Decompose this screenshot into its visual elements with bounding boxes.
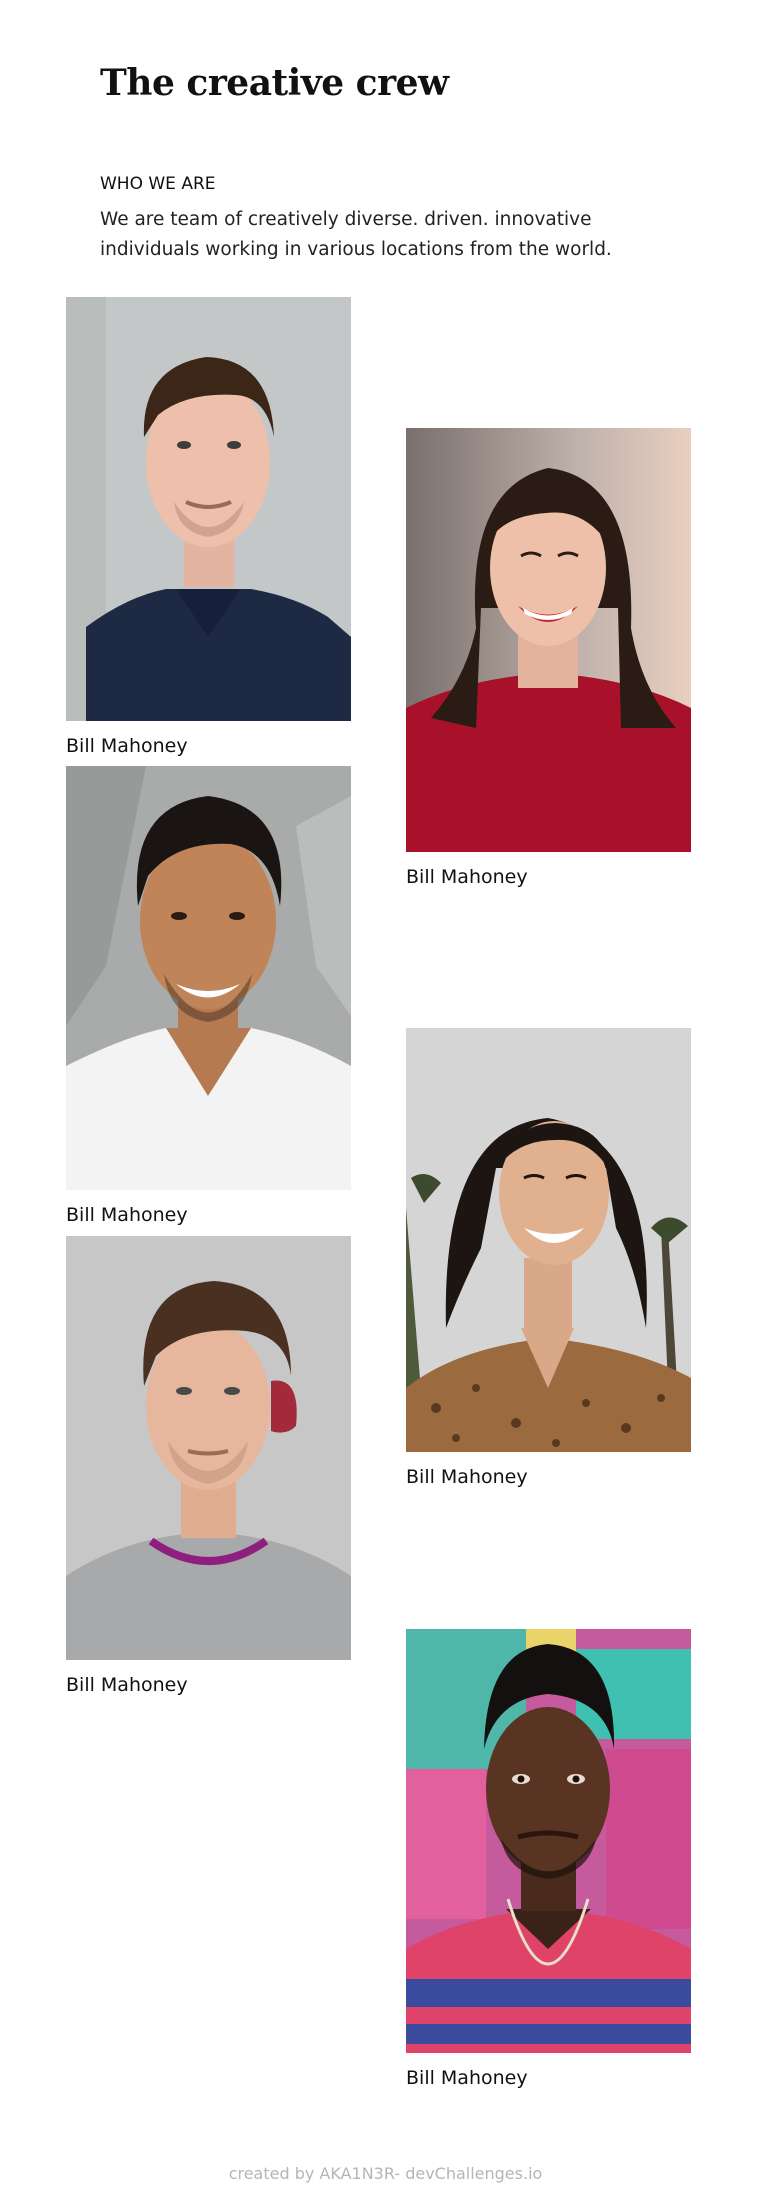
member-card: PRODUCT OWNER Bill Mahoney	[406, 1629, 706, 2089]
member-name: Bill Mahoney	[406, 2067, 528, 2089]
member-photo: PRODUCT OWNER	[66, 1236, 351, 1660]
member-card: PRODUCT OWNER Bill Mahoney	[66, 1236, 366, 1696]
page-title: The creative crew	[100, 62, 449, 104]
footer-credit: created by AKA1N3R- devChallenges.io	[228, 2164, 543, 2183]
member-name: Bill Mahoney	[66, 735, 188, 757]
member-photo: PRODUCT OWNER	[66, 297, 351, 721]
member-name: Bill Mahoney	[406, 1466, 528, 1488]
member-photo: PRODUCT OWNER	[406, 1028, 691, 1452]
member-name: Bill Mahoney	[406, 866, 528, 888]
intro-text: We are team of creatively diverse. drive…	[100, 209, 612, 260]
member-card: PRODUCT OWNER Bill Mahoney	[66, 766, 366, 1226]
member-photo: PRODUCT OWNER	[406, 1629, 691, 2053]
member-name: Bill Mahoney	[66, 1674, 188, 1696]
member-photo: PRODUCT OWNER	[66, 766, 351, 1190]
section-label: WHO WE ARE	[100, 174, 216, 194]
member-card: PRODUCT OWNER Bill Mahoney	[406, 1028, 706, 1488]
member-card: PRODUCT OWNER Bill Mahoney	[66, 297, 366, 757]
member-card: PRODUCT OWNER Bill Mahoney	[406, 428, 706, 888]
member-name: Bill Mahoney	[66, 1204, 188, 1226]
member-photo: PRODUCT OWNER	[406, 428, 691, 852]
